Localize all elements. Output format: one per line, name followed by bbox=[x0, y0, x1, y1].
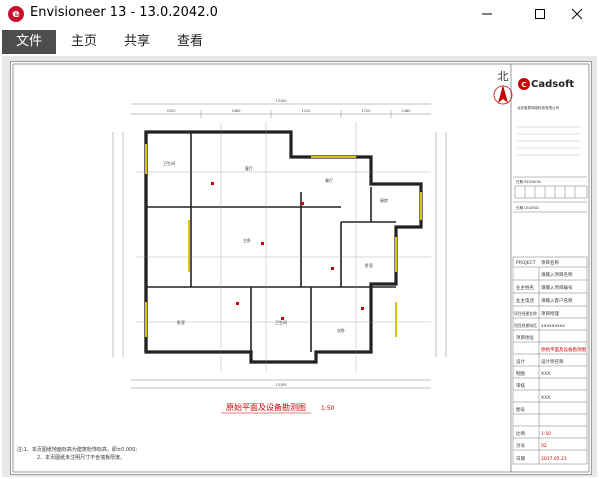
svg-text:主卧: 主卧 bbox=[243, 237, 251, 243]
svg-text:1:50: 1:50 bbox=[541, 431, 551, 437]
svg-text:图号: 图号 bbox=[516, 407, 525, 413]
svg-text:3320: 3320 bbox=[167, 109, 176, 113]
svg-text:PROJECT: PROJECT bbox=[516, 260, 536, 266]
plan-title: 原始平面及设备勘测图 bbox=[226, 402, 306, 412]
north-label: 北 bbox=[498, 70, 509, 83]
svg-text:Cadsoft: Cadsoft bbox=[531, 79, 574, 90]
minimize-button[interactable] bbox=[464, 0, 509, 28]
close-button[interactable] bbox=[554, 0, 599, 28]
menu-bar: 文件 主页 共享 查看 bbox=[0, 30, 599, 54]
svg-text:2480: 2480 bbox=[402, 109, 411, 113]
drawing-sheet: 北 13165 3320 2480 1120 1720 2480 13165 卫… bbox=[10, 61, 592, 475]
revision-label: 日期 REVISION bbox=[516, 179, 541, 184]
svg-text:13165: 13165 bbox=[275, 99, 286, 103]
svg-text:13165: 13165 bbox=[275, 383, 286, 387]
svg-text:原始平面及设备勘测图: 原始平面及设备勘测图 bbox=[541, 346, 586, 353]
svg-text:卧室: 卧室 bbox=[177, 319, 185, 325]
document-viewport[interactable]: 北 13165 3320 2480 1120 1720 2480 13165 卫… bbox=[2, 56, 597, 477]
svg-text:卧室: 卧室 bbox=[365, 262, 373, 268]
svg-text:请输入项目编号: 请输入项目编号 bbox=[541, 284, 573, 291]
svg-text:项目经理: 项目经理 bbox=[541, 310, 559, 317]
svg-text:页号: 页号 bbox=[516, 443, 525, 449]
svg-text:项目地址: 项目地址 bbox=[516, 334, 534, 341]
maximize-icon bbox=[534, 9, 545, 19]
svg-text:请输入客户名称: 请输入客户名称 bbox=[541, 297, 573, 304]
close-icon bbox=[571, 8, 582, 20]
svg-text:卫生间: 卫生间 bbox=[275, 319, 287, 325]
north-arrow: 北 bbox=[493, 70, 513, 105]
legend-label: 日期 LEGEND bbox=[516, 205, 539, 210]
svg-text:设计: 设计 bbox=[516, 358, 525, 365]
menu-view[interactable]: 查看 bbox=[164, 30, 216, 54]
room-labels: 卫生间 客厅 餐厅 厨房 主卧 卧室 卧室 卫生间 次卧 bbox=[163, 160, 388, 333]
svg-text:设计师名称: 设计师名称 bbox=[541, 358, 564, 365]
svg-text:厨房: 厨房 bbox=[380, 197, 388, 203]
plan-scale: 1:50 bbox=[321, 405, 335, 412]
title-block: C Cadsoft 北京惠泰网络科技有限公司 日期 REVISION 日期 LE… bbox=[512, 78, 588, 465]
svg-text:XXX: XXX bbox=[541, 371, 550, 377]
svg-text:项目经理电话: 项目经理电话 bbox=[514, 323, 537, 328]
floor-plan-walls bbox=[144, 130, 423, 364]
note-line-2: 2、本页图纸未注明尺寸不含墙板厚度。 bbox=[37, 454, 125, 461]
svg-text:客厅: 客厅 bbox=[245, 165, 253, 171]
svg-text:XXX: XXX bbox=[541, 395, 550, 401]
svg-text:业主电话: 业主电话 bbox=[516, 297, 534, 304]
svg-text:卫生间: 卫生间 bbox=[163, 160, 175, 166]
svg-text:1720: 1720 bbox=[362, 109, 371, 113]
note-line-1: 注:1、本页图纸地面标高为建筑粉饰标高，即±0.000; bbox=[17, 446, 137, 453]
cadsoft-logo: C Cadsoft bbox=[518, 78, 574, 90]
svg-text:请输入项目名称: 请输入项目名称 bbox=[541, 271, 573, 278]
svg-text:2017.05.21: 2017.05.21 bbox=[541, 456, 567, 462]
app-logo-icon: e bbox=[8, 6, 24, 22]
title-block-fields: PROJECT 项目名称 请输入项目名称 业主姓名 请输入项目编号 业主电话 请… bbox=[514, 259, 586, 462]
title-bar: e Envisioneer 13 - 13.0.2042.0 bbox=[0, 0, 599, 28]
svg-text:项目名称: 项目名称 bbox=[541, 259, 559, 266]
svg-text:日期: 日期 bbox=[516, 456, 525, 462]
windows bbox=[145, 144, 422, 337]
svg-text:业主姓名: 业主姓名 bbox=[516, 284, 534, 291]
menu-share[interactable]: 共享 bbox=[111, 30, 163, 54]
company-name: 北京惠泰网络科技有限公司 bbox=[517, 105, 559, 110]
minimize-icon bbox=[481, 13, 492, 15]
svg-text:次卧: 次卧 bbox=[337, 327, 345, 333]
svg-text:C: C bbox=[521, 81, 526, 89]
svg-text:制图: 制图 bbox=[516, 370, 525, 377]
svg-text:比例: 比例 bbox=[516, 430, 525, 437]
svg-text:xxxxxxxxx: xxxxxxxxx bbox=[541, 324, 565, 329]
svg-text:2480: 2480 bbox=[232, 109, 241, 113]
menu-file[interactable]: 文件 bbox=[2, 30, 56, 54]
dimension-numbers: 13165 3320 2480 1120 1720 2480 13165 bbox=[167, 99, 411, 387]
svg-text:项目经理名称: 项目经理名称 bbox=[514, 311, 537, 316]
menu-home[interactable]: 主页 bbox=[58, 30, 110, 54]
svg-text:1120: 1120 bbox=[302, 109, 311, 113]
interior-walls bbox=[146, 132, 396, 362]
svg-text:审核: 审核 bbox=[516, 382, 525, 389]
grid-lines bbox=[136, 122, 431, 372]
floor-plan-drawing: 北 13165 3320 2480 1120 1720 2480 13165 卫… bbox=[12, 63, 590, 473]
window-title: Envisioneer 13 - 13.0.2042.0 bbox=[30, 5, 218, 20]
svg-text:餐厅: 餐厅 bbox=[325, 177, 333, 183]
svg-text:02: 02 bbox=[541, 443, 547, 449]
